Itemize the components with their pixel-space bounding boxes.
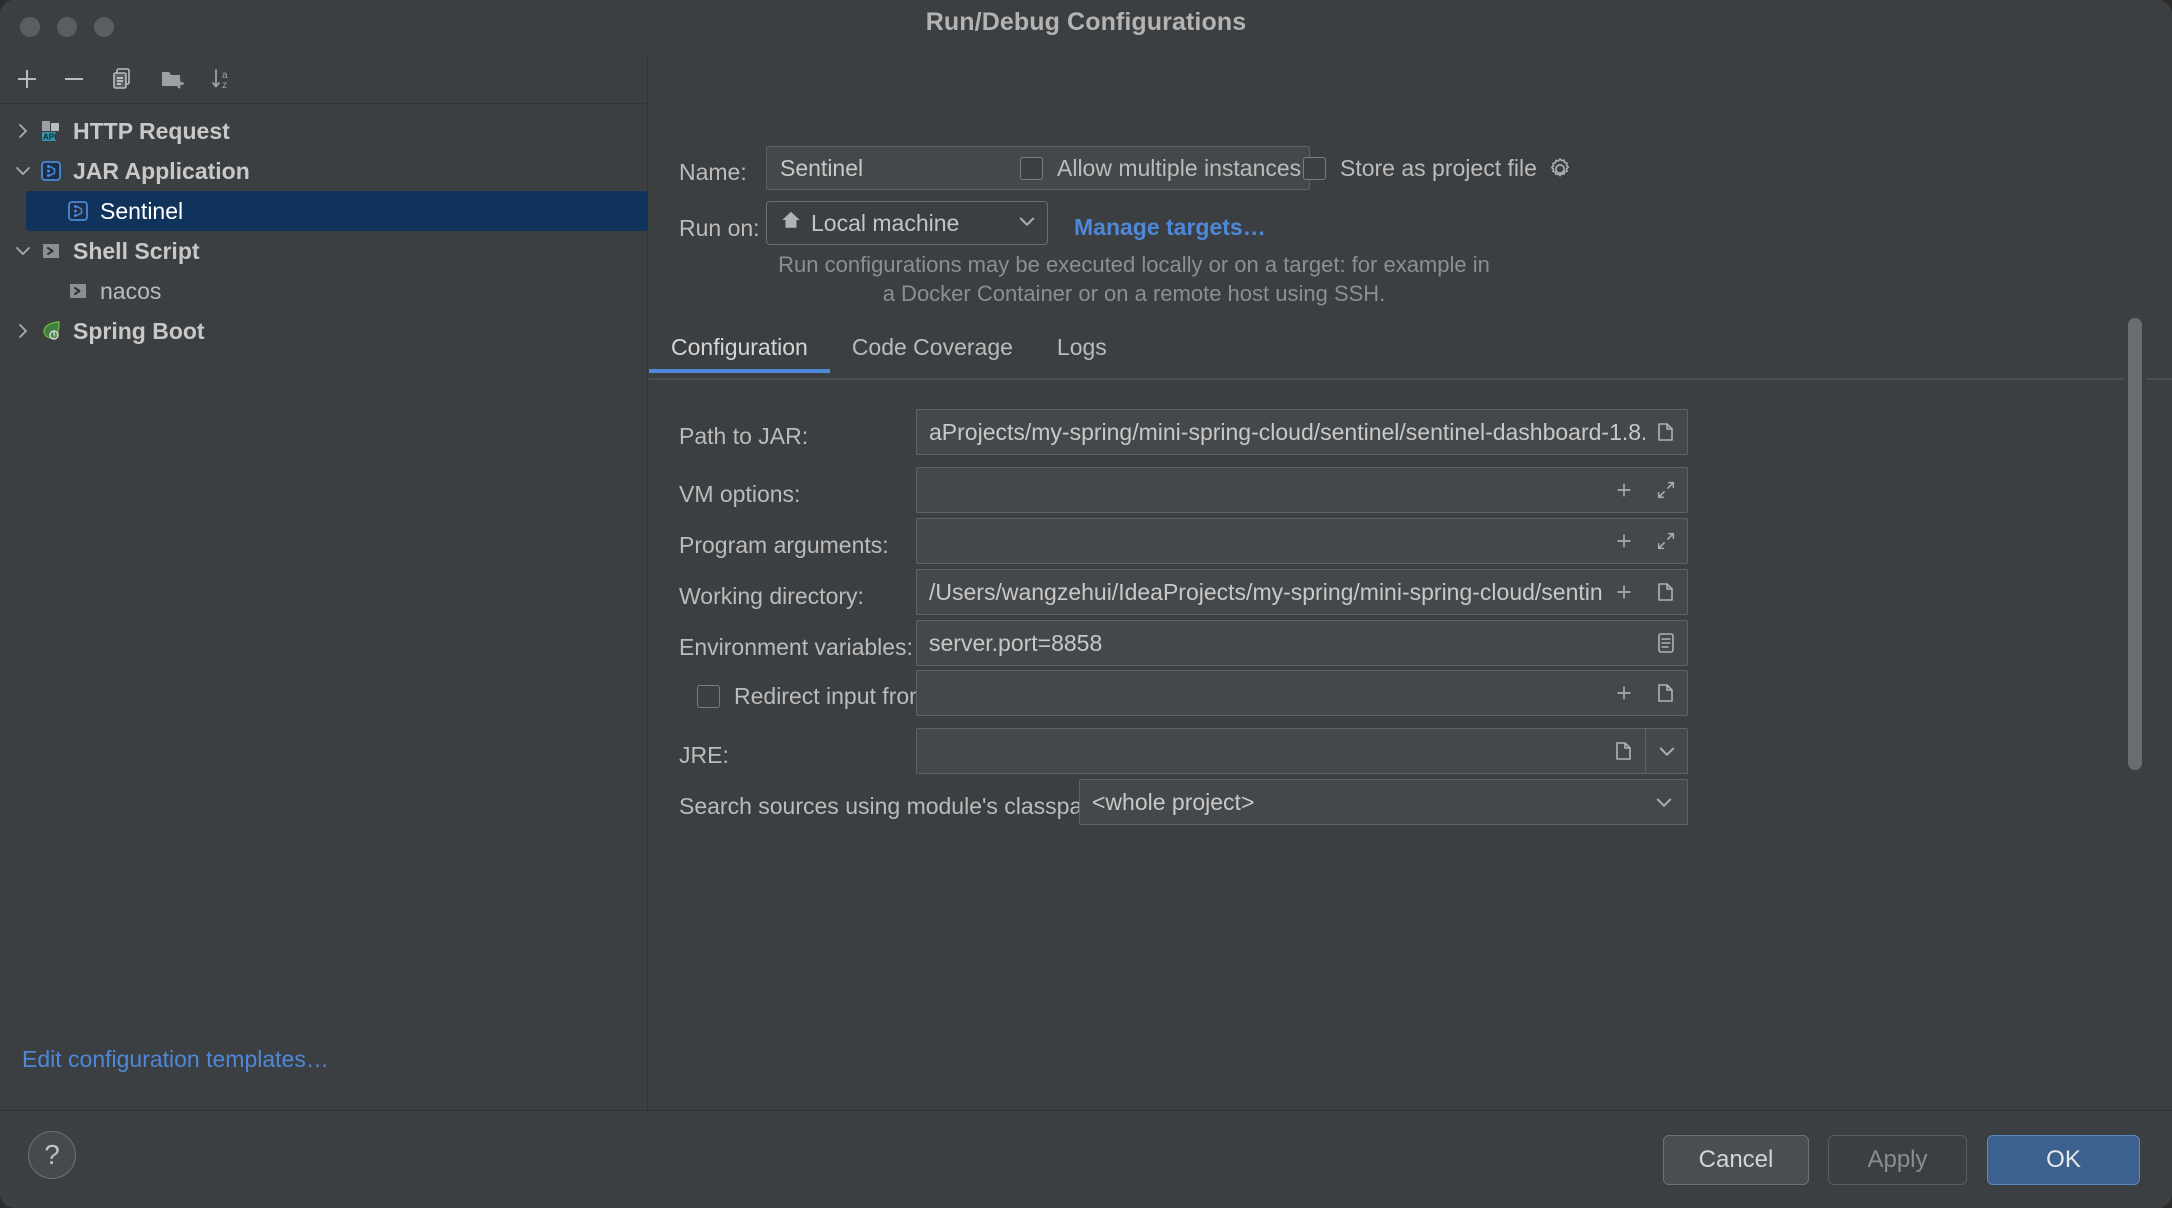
tree-item-jar-application[interactable]: JAR Application — [0, 151, 648, 191]
cancel-button[interactable]: Cancel — [1663, 1135, 1809, 1185]
chevron-down-icon[interactable] — [1641, 792, 1687, 812]
tree-item-shell-script[interactable]: Shell Script — [0, 231, 648, 271]
allow-multiple-instances-checkbox[interactable]: Allow multiple instances — [1020, 155, 1301, 182]
tree-item-label: Sentinel — [100, 197, 184, 224]
working-directory-value: /Users/wangzehui/IdeaProjects/my-spring/… — [929, 578, 1603, 605]
tree-item-label: Spring Boot — [73, 317, 205, 344]
program-arguments-input[interactable] — [916, 518, 1688, 564]
path-to-jar-label: Path to JAR: — [679, 423, 809, 449]
tab-logs[interactable]: Logs — [1035, 326, 1129, 373]
configurations-tree[interactable]: API HTTP Request JAR Application Sentine… — [0, 105, 648, 1110]
tree-item-spring-boot[interactable]: Spring Boot — [0, 311, 648, 351]
name-input-value: Sentinel — [780, 154, 864, 181]
folder-icon[interactable] — [1645, 410, 1687, 454]
tree-item-label: nacos — [100, 277, 162, 304]
plus-icon[interactable] — [1603, 671, 1645, 715]
chevron-down-icon[interactable] — [8, 243, 38, 259]
configuration-editor-panel: Name: Sentinel Allow multiple instances … — [649, 54, 2172, 1110]
checkbox-box[interactable] — [1020, 157, 1043, 180]
folder-icon[interactable] — [1645, 671, 1687, 715]
apply-button[interactable]: Apply — [1828, 1135, 1967, 1185]
tree-item-label: Shell Script — [73, 237, 200, 264]
shell-script-icon — [38, 238, 64, 264]
checkbox-box[interactable] — [1303, 157, 1326, 180]
svg-text:z: z — [222, 80, 227, 91]
tree-item-nacos[interactable]: nacos — [0, 271, 648, 311]
allow-multiple-instances-label: Allow multiple instances — [1057, 155, 1302, 181]
jre-input[interactable] — [916, 728, 1688, 774]
spring-boot-icon — [38, 318, 64, 344]
expand-icon[interactable] — [1645, 519, 1687, 563]
tree-item-sentinel[interactable]: Sentinel — [26, 191, 648, 231]
store-as-project-file-checkbox[interactable]: Store as project file — [1303, 155, 1573, 182]
search-sources-value: <whole project> — [1092, 788, 1255, 815]
tree-item-label: JAR Application — [73, 157, 250, 184]
plus-icon[interactable] — [1603, 468, 1645, 512]
vm-options-input[interactable] — [916, 467, 1688, 513]
add-configuration-button[interactable] — [10, 62, 44, 96]
expand-icon[interactable] — [1645, 468, 1687, 512]
plus-icon[interactable] — [1603, 570, 1645, 614]
list-icon[interactable] — [1645, 621, 1687, 665]
page-title: Run/Debug Configurations — [925, 8, 1247, 36]
chevron-down-icon[interactable] — [1017, 210, 1037, 237]
working-directory-label: Working directory: — [679, 583, 864, 609]
folder-icon[interactable] — [1603, 729, 1645, 773]
ok-button[interactable]: OK — [1987, 1135, 2140, 1185]
chevron-right-icon[interactable] — [8, 123, 38, 139]
home-icon — [780, 209, 802, 237]
gear-icon[interactable] — [1547, 156, 1573, 182]
plus-icon[interactable] — [1603, 519, 1645, 563]
shell-script-icon — [65, 278, 91, 304]
help-button[interactable]: ? — [28, 1131, 76, 1179]
run-on-hint: Run configurations may be executed local… — [778, 252, 1490, 306]
jar-application-icon — [65, 198, 91, 224]
copy-configuration-button[interactable] — [106, 62, 140, 96]
run-on-value: Local machine — [811, 209, 960, 236]
dialog-footer: ? Cancel Apply OK — [0, 1110, 2172, 1208]
name-label: Name: — [679, 159, 747, 185]
path-to-jar-input[interactable]: aProjects/my-spring/mini-spring-cloud/se… — [916, 409, 1688, 455]
search-sources-label: Search sources using module's classpath: — [679, 793, 1108, 819]
checkbox-box[interactable] — [697, 685, 720, 708]
path-to-jar-value: aProjects/my-spring/mini-spring-cloud/se… — [929, 418, 1645, 445]
store-as-project-file-label: Store as project file — [1340, 155, 1537, 181]
edit-configuration-templates-link[interactable]: Edit configuration templates… — [22, 1046, 329, 1073]
configurations-sidebar: a z API HTTP Request JAR Application Sen… — [0, 54, 648, 1110]
title-bar: Run/Debug Configurations — [0, 0, 2172, 54]
jre-label: JRE: — [679, 742, 729, 768]
remove-configuration-button[interactable] — [57, 62, 91, 96]
environment-variables-value: server.port=8858 — [929, 629, 1103, 656]
chevron-down-icon[interactable] — [8, 163, 38, 179]
manage-targets-link[interactable]: Manage targets… — [1074, 214, 1266, 241]
tree-item-label: HTTP Request — [73, 117, 230, 144]
tree-item-http-request[interactable]: API HTTP Request — [0, 111, 648, 151]
http-request-icon: API — [38, 118, 64, 144]
svg-text:API: API — [43, 133, 56, 142]
vertical-scrollbar-thumb[interactable] — [2128, 318, 2142, 770]
environment-variables-input[interactable]: server.port=8858 — [916, 620, 1688, 666]
tab-code-coverage[interactable]: Code Coverage — [830, 326, 1035, 373]
run-on-label: Run on: — [679, 215, 760, 241]
program-arguments-label: Program arguments: — [679, 532, 889, 558]
run-on-dropdown[interactable]: Local machine — [766, 201, 1048, 245]
redirect-input-from-input[interactable] — [916, 670, 1688, 716]
jar-application-icon — [38, 158, 64, 184]
configuration-tabs[interactable]: Configuration Code Coverage Logs — [649, 326, 2172, 378]
sort-configurations-button[interactable]: a z — [205, 62, 239, 96]
redirect-input-from-label: Redirect input from: — [734, 683, 935, 709]
tab-configuration[interactable]: Configuration — [649, 326, 830, 373]
chevron-down-icon[interactable] — [1645, 729, 1687, 773]
search-sources-dropdown[interactable]: <whole project> — [1079, 779, 1688, 825]
sidebar-toolbar: a z — [0, 54, 648, 104]
folder-icon[interactable] — [1645, 570, 1687, 614]
redirect-input-from-checkbox[interactable]: Redirect input from: — [697, 683, 935, 710]
new-folder-button[interactable] — [156, 62, 190, 96]
chevron-right-icon[interactable] — [8, 323, 38, 339]
vm-options-label: VM options: — [679, 481, 801, 507]
run-debug-configurations-dialog: Run/Debug Configurations a z API HTTP Re… — [0, 0, 2172, 1208]
working-directory-input[interactable]: /Users/wangzehui/IdeaProjects/my-spring/… — [916, 569, 1688, 615]
configuration-form: Path to JAR: aProjects/my-spring/mini-sp… — [649, 379, 2172, 1059]
environment-variables-label: Environment variables: — [679, 634, 913, 660]
